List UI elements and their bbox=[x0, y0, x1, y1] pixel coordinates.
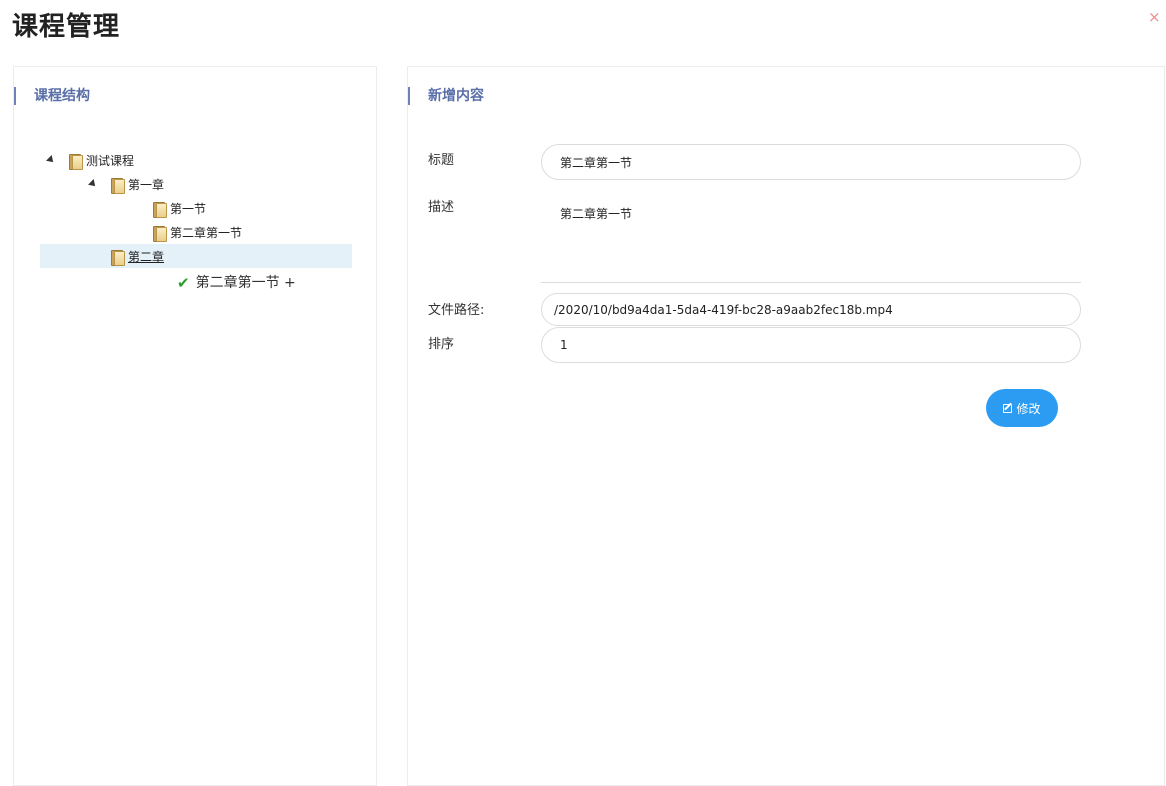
tree-node-course[interactable]: 测试课程 bbox=[68, 148, 134, 172]
description-divider bbox=[541, 282, 1081, 283]
tree-selection-highlight bbox=[40, 244, 352, 268]
new-content-panel: 新增内容 标题 描述 第二章第一节 文件路径: 排序 修改 bbox=[407, 66, 1165, 786]
edit-icon bbox=[1003, 403, 1013, 413]
title-input[interactable] bbox=[541, 144, 1081, 180]
tree-node-section-1[interactable]: 第一节 bbox=[152, 196, 206, 220]
tree-node-label: 第二章 bbox=[128, 249, 165, 264]
new-content-heading: 新增内容 bbox=[408, 87, 484, 105]
folder-icon bbox=[110, 249, 125, 266]
order-input[interactable] bbox=[541, 327, 1081, 363]
tree-node-label: 测试课程 bbox=[86, 153, 135, 168]
tree-node-label: 第一章 bbox=[128, 177, 165, 192]
course-structure-panel: 课程结构 测试课程 第一章 第一节 第二章第一节 第二章 ✔ 第二章第一节 + bbox=[13, 66, 377, 786]
page-title: 课程管理 bbox=[12, 12, 121, 42]
save-button[interactable]: 修改 bbox=[986, 389, 1058, 427]
expand-caret-icon[interactable] bbox=[88, 179, 98, 189]
save-button-label: 修改 bbox=[1016, 401, 1041, 416]
check-icon: ✔ bbox=[177, 274, 190, 292]
description-label: 描述 bbox=[428, 200, 455, 215]
tree-node-chapter-2[interactable]: 第二章 bbox=[110, 244, 164, 268]
folder-icon bbox=[68, 153, 83, 170]
description-text[interactable]: 第二章第一节 bbox=[560, 205, 632, 222]
folder-icon bbox=[152, 225, 167, 242]
course-structure-heading: 课程结构 bbox=[14, 87, 90, 105]
folder-icon bbox=[110, 177, 125, 194]
tree-node-new[interactable]: ✔ 第二章第一节 + bbox=[177, 271, 296, 295]
expand-caret-icon[interactable] bbox=[46, 155, 56, 165]
tree-node-label: 第二章第一节 bbox=[170, 225, 243, 240]
file-path-label: 文件路径: bbox=[428, 303, 485, 318]
tree-node-label: 第一节 bbox=[170, 201, 207, 216]
file-path-input[interactable] bbox=[541, 293, 1081, 326]
title-label: 标题 bbox=[428, 153, 455, 168]
tree-node-label: 第二章第一节 + bbox=[195, 275, 296, 291]
close-icon[interactable]: × bbox=[1148, 8, 1161, 26]
tree-node-chapter-1[interactable]: 第一章 bbox=[110, 172, 164, 196]
folder-icon bbox=[152, 201, 167, 218]
tree-node-section-2[interactable]: 第二章第一节 bbox=[152, 220, 242, 244]
order-label: 排序 bbox=[428, 337, 455, 352]
